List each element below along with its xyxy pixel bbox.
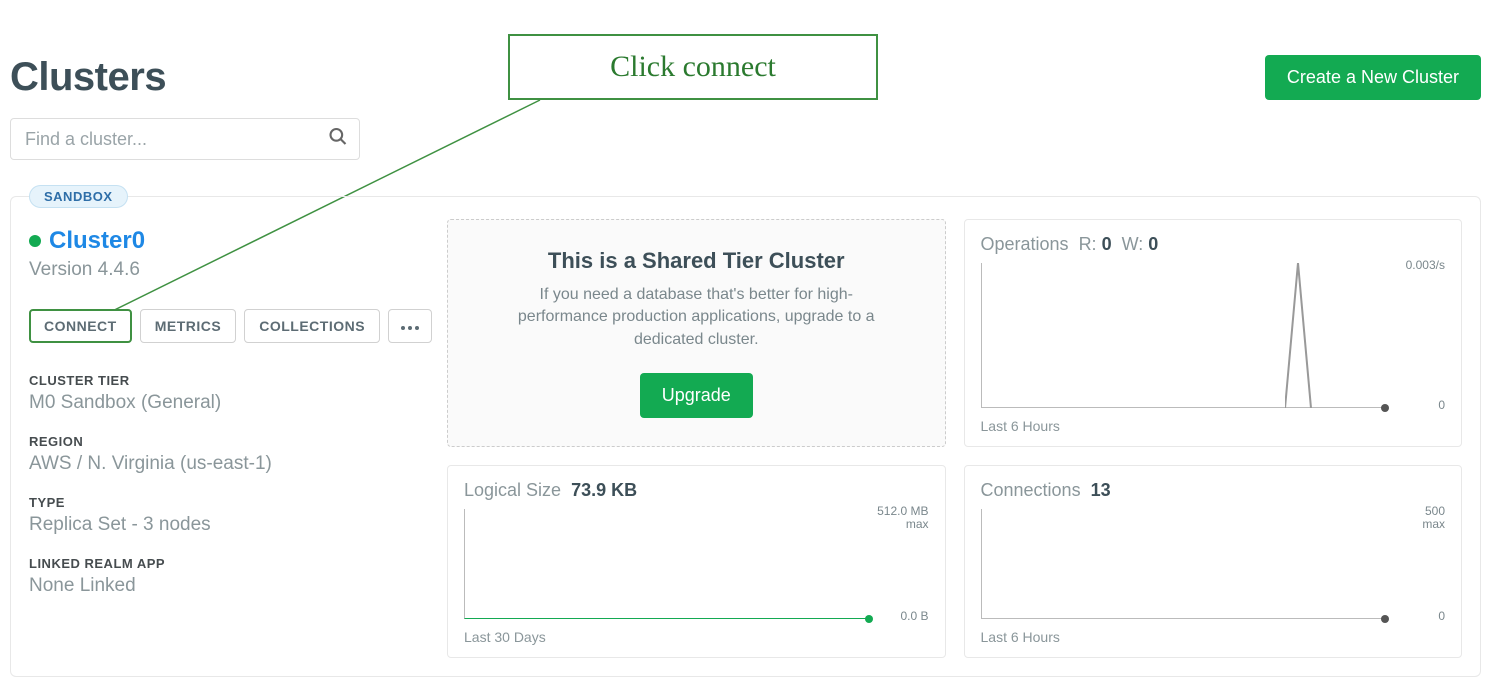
chart-end-dot-icon: [1381, 404, 1389, 412]
operations-label: Operations: [981, 234, 1069, 255]
chart-end-dot-icon: [1381, 615, 1389, 623]
ellipsis-icon: [400, 318, 420, 334]
operations-chart: 0.003/s 0: [981, 263, 1446, 408]
more-actions-button[interactable]: [388, 309, 432, 343]
chart-end-dot-icon: [865, 615, 873, 623]
operations-r-value: 0: [1102, 234, 1112, 254]
size-max-label: 512.0 MB max: [877, 505, 928, 531]
connections-max-label: 500 max: [1422, 505, 1445, 531]
annotation-callout: Click connect: [508, 34, 878, 100]
connections-value: 13: [1091, 480, 1111, 501]
shared-tier-text: If you need a database that's better for…: [498, 284, 895, 351]
region-label: REGION: [29, 434, 429, 449]
size-chart: 512.0 MB max 0.0 B: [464, 509, 929, 619]
search-icon: [328, 127, 348, 152]
operations-min-label: 0: [1438, 398, 1445, 412]
sandbox-badge: SANDBOX: [29, 185, 128, 208]
type-value: Replica Set - 3 nodes: [29, 514, 429, 536]
tier-label: CLUSTER TIER: [29, 373, 429, 388]
connections-label: Connections: [981, 480, 1081, 501]
operations-spike-icon: [1285, 263, 1315, 408]
tier-value: M0 Sandbox (General): [29, 392, 429, 414]
operations-w-label: W:: [1122, 234, 1144, 254]
cluster-name-link[interactable]: Cluster0: [49, 227, 145, 255]
operations-footer: Last 6 Hours: [981, 418, 1446, 434]
connections-min-label: 0: [1438, 609, 1445, 623]
status-dot-icon: [29, 235, 41, 247]
connections-panel: Connections 13 500 max 0 Last 6 Hours: [964, 465, 1463, 658]
size-label: Logical Size: [464, 480, 561, 501]
create-cluster-button[interactable]: Create a New Cluster: [1265, 55, 1481, 100]
operations-panel: Operations R: 0 W: 0 0.003/s: [964, 219, 1463, 447]
connect-button[interactable]: CONNECT: [29, 309, 132, 343]
operations-w-value: 0: [1148, 234, 1158, 254]
type-label: TYPE: [29, 495, 429, 510]
connections-chart: 500 max 0: [981, 509, 1446, 619]
size-footer: Last 30 Days: [464, 629, 929, 645]
cluster-card: SANDBOX Cluster0 Version 4.4.6 CONNECT M…: [10, 196, 1481, 677]
operations-max-label: 0.003/s: [1406, 259, 1445, 272]
realm-label: LINKED REALM APP: [29, 556, 429, 571]
collections-button[interactable]: COLLECTIONS: [244, 309, 380, 343]
annotation-text: Click connect: [610, 50, 776, 84]
cluster-version: Version 4.4.6: [29, 259, 429, 281]
shared-tier-title: This is a Shared Tier Cluster: [548, 248, 845, 274]
shared-tier-panel: This is a Shared Tier Cluster If you nee…: [447, 219, 946, 447]
upgrade-button[interactable]: Upgrade: [640, 373, 753, 418]
size-min-label: 0.0 B: [900, 609, 928, 623]
connections-footer: Last 6 Hours: [981, 629, 1446, 645]
size-value: 73.9 KB: [571, 480, 637, 501]
operations-r-label: R:: [1079, 234, 1097, 254]
metrics-button[interactable]: METRICS: [140, 309, 237, 343]
logical-size-panel: Logical Size 73.9 KB 512.0 MB max 0.0 B …: [447, 465, 946, 658]
search-container: [10, 118, 360, 160]
region-value: AWS / N. Virginia (us-east-1): [29, 453, 429, 475]
page-title: Clusters: [10, 55, 166, 100]
cluster-info-column: Cluster0 Version 4.4.6 CONNECT METRICS C…: [29, 219, 429, 658]
realm-value: None Linked: [29, 575, 429, 597]
search-input[interactable]: [10, 118, 360, 160]
